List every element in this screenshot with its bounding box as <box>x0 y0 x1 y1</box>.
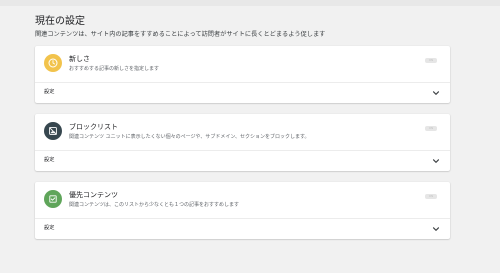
priority-card-header: 優先コンテンツ 関連コンテンツは、このリストから少なくとも１つの記事をおすすめし… <box>35 182 450 219</box>
freshness-subtitle: おすすめする記事の新しさを指定します <box>69 66 160 72</box>
priority-settings-label: 設定 <box>44 225 55 231</box>
settings-page: 現在の設定 関連コンテンツは、サイト内の記事をすすめることによって訪問者がサイト… <box>0 6 465 239</box>
freshness-card-header: 新しさ おすすめする記事の新しさを指定します ON <box>35 46 450 83</box>
priority-subtitle: 関連コンテンツは、このリストから少なくとも１つの記事をおすすめします <box>69 202 240 208</box>
clock-icon <box>44 54 62 72</box>
freshness-settings-label: 設定 <box>44 89 55 95</box>
checkbox-icon <box>44 190 62 208</box>
chevron-down-icon[interactable] <box>432 89 440 97</box>
blocklist-card-header: ブロックリスト 関連コンテンツ ユニットに表示したくない個々のページや、サブドメ… <box>35 114 450 151</box>
block-image-icon <box>44 122 62 140</box>
blocklist-title: ブロックリスト <box>69 123 118 131</box>
priority-title: 優先コンテンツ <box>69 191 118 199</box>
freshness-card: 新しさ おすすめする記事の新しさを指定します ON 設定 <box>35 46 450 103</box>
blocklist-subtitle: 関連コンテンツ ユニットに表示したくない個々のページや、サブドメイン、セクション… <box>69 134 310 140</box>
chevron-down-icon[interactable] <box>432 157 440 165</box>
priority-settings-row[interactable]: 設定 <box>35 219 450 239</box>
page-title: 現在の設定 <box>35 16 85 27</box>
blocklist-card: ブロックリスト 関連コンテンツ ユニットに表示したくない個々のページや、サブドメ… <box>35 114 450 171</box>
blocklist-settings-label: 設定 <box>44 157 55 163</box>
blocklist-settings-row[interactable]: 設定 <box>35 151 450 171</box>
freshness-settings-row[interactable]: 設定 <box>35 83 450 103</box>
chevron-down-icon[interactable] <box>432 225 440 233</box>
freshness-toggle[interactable]: ON <box>425 58 437 63</box>
blocklist-toggle[interactable]: ON <box>425 126 437 131</box>
priority-content-card: 優先コンテンツ 関連コンテンツは、このリストから少なくとも１つの記事をおすすめし… <box>35 182 450 239</box>
priority-toggle[interactable]: ON <box>425 194 437 199</box>
freshness-title: 新しさ <box>69 55 90 63</box>
page-description: 関連コンテンツは、サイト内の記事をすすめることによって訪問者がサイトに長くとどま… <box>35 31 326 38</box>
